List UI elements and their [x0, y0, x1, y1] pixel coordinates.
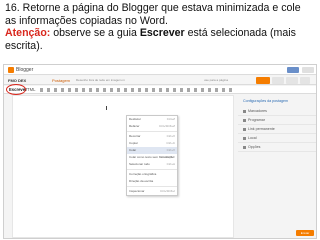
instruction-line-4: escrita). [5, 39, 43, 52]
gear-icon [243, 145, 246, 149]
menu-item-label: Inspecionar [129, 189, 145, 193]
menu-item-label: Refazer [129, 124, 140, 128]
sidebar-item-label: Link permanente [248, 127, 275, 131]
blogger-topbar: Blogger [4, 65, 316, 75]
sidebar-item-location[interactable]: Local [238, 134, 316, 143]
menu-item-shortcut: Ctrl+Shift+I [159, 189, 175, 193]
preview-button[interactable] [286, 77, 298, 84]
menu-item-select-all[interactable]: Selecionar tudo Ctrl+A [127, 161, 177, 168]
sidebar-item-label: Local [248, 136, 257, 140]
menu-divider [127, 169, 177, 170]
editor-toolbar: Escrever HTML [4, 86, 316, 94]
blogger-screenshot: Blogger FMO DEX Postagem Desenho fora de… [3, 64, 317, 239]
warning-label: Atenção: [5, 27, 51, 39]
menu-item-label: Desfazer [129, 117, 142, 121]
menu-item-spellcheck[interactable]: Correção ortográfica [127, 171, 177, 178]
menu-item-shortcut: Ctrl+Shift+V [158, 155, 175, 159]
write-tab-reference: Escrever [139, 27, 185, 39]
blogger-logo-icon [8, 67, 14, 73]
section-label: Postagem [52, 78, 71, 83]
link-icon [243, 127, 246, 131]
menu-item-cut[interactable]: Recortar Ctrl+X [127, 133, 177, 140]
location-icon [243, 136, 246, 140]
text-cursor-icon [106, 106, 107, 110]
menu-item-shortcut: Ctrl+Shift+Z [158, 124, 175, 128]
instruction-line-3-c: está selecionada (mais [184, 27, 296, 39]
menu-item-shortcut: Ctrl+V [166, 148, 175, 152]
menu-item-undo[interactable]: Desfazer Ctrl+Z [127, 116, 177, 123]
menu-item-shortcut: Ctrl+C [166, 141, 175, 145]
blogger-brand: Blogger [16, 67, 34, 73]
instruction-line-1: 16. Retorne a página do Blogger que esta… [5, 2, 301, 14]
menu-item-label: Direção da escrita [129, 179, 154, 183]
feedback-button[interactable]: Enviar feedback [296, 230, 314, 238]
menu-item-shortcut: Ctrl+X [166, 134, 175, 138]
post-settings-heading[interactable]: Configurações da postagem [238, 95, 316, 107]
sidebar-item-label: Opções [248, 145, 261, 149]
sidebar-item-permalink[interactable]: Link permanente [238, 125, 316, 134]
formatting-icons[interactable] [40, 88, 236, 92]
editor-canvas[interactable] [12, 95, 234, 238]
menu-item-label: Copiar [129, 141, 138, 145]
menu-divider [127, 186, 177, 187]
blog-name[interactable]: FMO DEX [8, 78, 26, 83]
menu-item-label: Recortar [129, 134, 141, 138]
tag-icon [243, 109, 246, 113]
menu-item-paste-plain[interactable]: Colar como texto sem formatação Ctrl+Shif… [127, 154, 177, 161]
menu-item-writing-direction[interactable]: Direção da escrita [127, 178, 177, 185]
menu-item-copy[interactable]: Copiar Ctrl+C [127, 140, 177, 147]
instruction-text: 16. Retorne a página do Blogger que esta… [5, 2, 317, 52]
close-button[interactable] [300, 77, 310, 84]
menu-divider [127, 131, 177, 132]
instruction-line-2: as informações copiadas no Word. [5, 14, 168, 27]
menu-item-paste[interactable]: Colar Ctrl+V [127, 147, 177, 154]
post-header-bar: FMO DEX Postagem Desenho fora de rede em… [4, 76, 316, 85]
sidebar-item-label: Marcadores [248, 109, 267, 113]
post-hint-text: use para a página [204, 78, 229, 82]
menu-item-inspect[interactable]: Inspecionar Ctrl+Shift+I [127, 188, 177, 195]
save-button[interactable] [272, 77, 284, 84]
highlight-circle [6, 84, 26, 95]
sidebar-item-label: Programar [248, 118, 265, 122]
context-menu: Desfazer Ctrl+Z Refazer Ctrl+Shift+Z Recor… [126, 115, 178, 196]
sidebar-item-labels[interactable]: Marcadores [238, 107, 316, 116]
post-title-field[interactable]: Desenho fora de rede em imagem.m [76, 78, 125, 82]
publish-button[interactable] [256, 77, 270, 84]
menu-item-label: Colar [129, 148, 137, 152]
apps-button[interactable] [302, 67, 314, 73]
menu-item-redo[interactable]: Refazer Ctrl+Shift+Z [127, 123, 177, 130]
menu-item-label: Correção ortográfica [129, 172, 157, 176]
menu-item-shortcut: Ctrl+A [166, 162, 175, 166]
account-button[interactable] [287, 67, 299, 73]
sidebar-item-schedule[interactable]: Programar [238, 116, 316, 125]
post-settings-sidebar: Configurações da postagem Marcadores Pro… [238, 95, 316, 238]
instruction-line-3-a: observe se a guia [50, 27, 140, 39]
sidebar-item-options[interactable]: Opções [238, 143, 316, 152]
menu-item-label: Selecionar tudo [129, 162, 150, 166]
clock-icon [243, 118, 246, 122]
instruction-line-3: Atenção: observe se a guia Escrever está… [5, 27, 317, 40]
menu-item-shortcut: Ctrl+Z [166, 117, 175, 121]
